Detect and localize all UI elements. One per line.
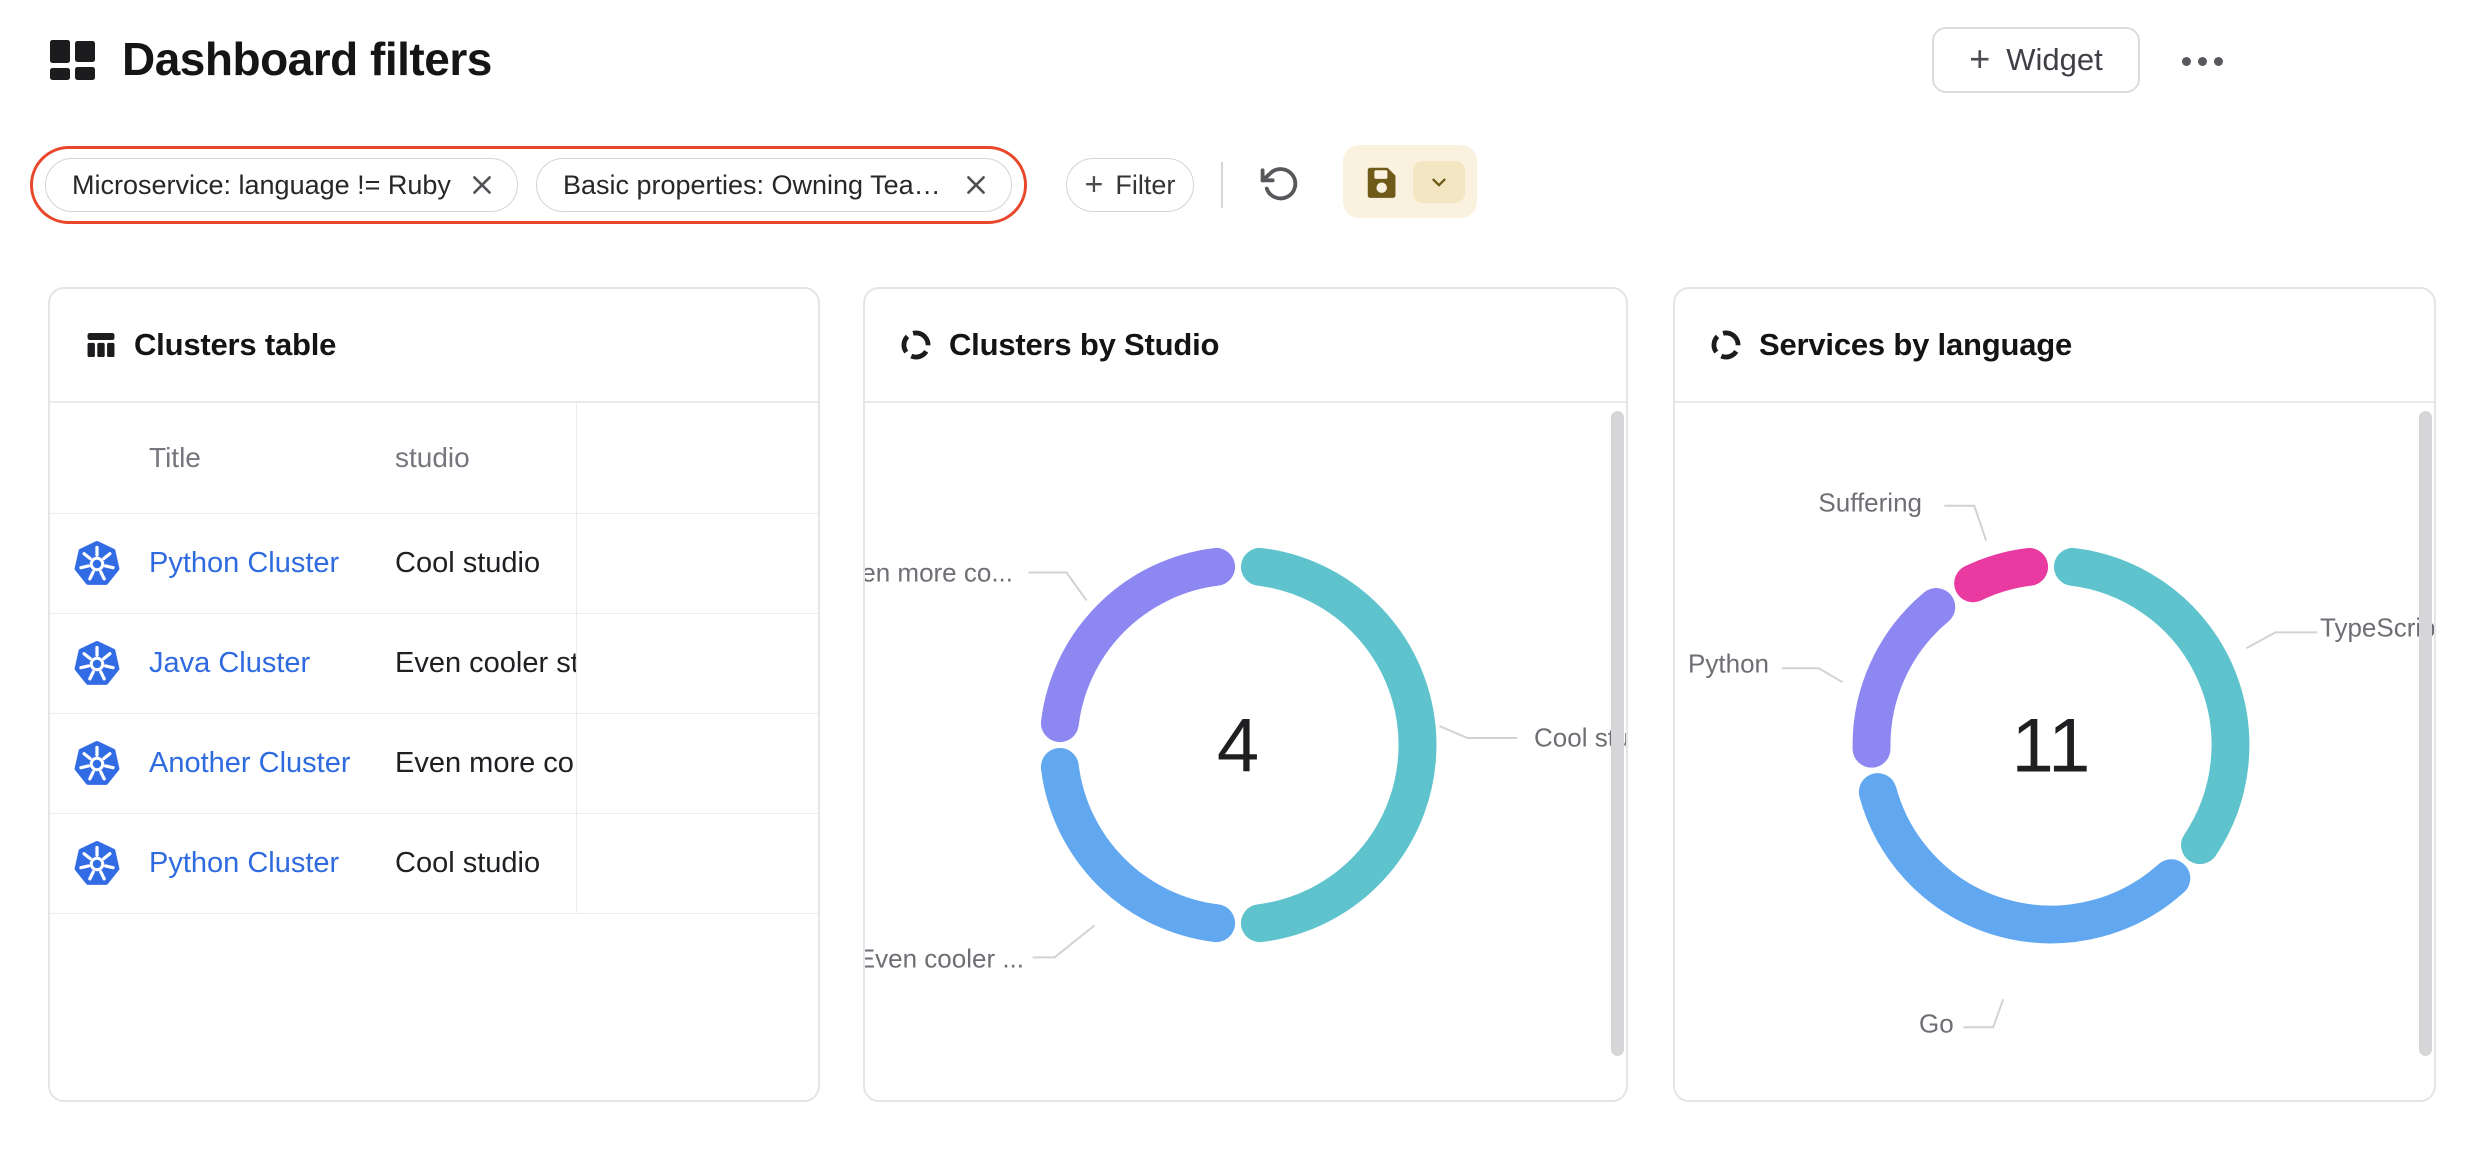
widget-header: Services by language [1675, 289, 2434, 403]
cluster-link[interactable]: Python Cluster [149, 547, 339, 580]
widget-title: Services by language [1759, 327, 2072, 363]
label-leader-line [1029, 573, 1087, 601]
label-leader-line [1944, 506, 1986, 541]
table-row[interactable]: Python Cluster Cool studio [50, 514, 818, 614]
empty-column [576, 403, 818, 513]
donut-center-total: 11 [2012, 703, 2091, 790]
segment-label: Even cooler ... [863, 944, 1024, 975]
segment-label: Python [1688, 649, 1769, 680]
clusters-table-widget: Clusters table Title studio Python Clust… [48, 287, 820, 1102]
chart-body: 11 Suffering Python TypeScript Go [1675, 403, 2434, 1100]
studio-cell: Cool studio [395, 514, 576, 613]
empty-cell [576, 514, 818, 613]
studio-cell: Even cooler st [395, 614, 576, 713]
widget-header: Clusters table [50, 289, 818, 403]
widget-header: Clusters by Studio [865, 289, 1626, 403]
top-bar: Dashboard filters + Widget [48, 24, 2452, 104]
kubernetes-icon [74, 541, 120, 587]
segment-label: Suffering [1818, 488, 1922, 519]
segment-label: Even more co... [863, 558, 1013, 589]
donut-chart-icon [899, 328, 933, 362]
donut-segment-suffering[interactable] [1973, 567, 2029, 583]
donut-chart-icon [1709, 328, 1743, 362]
cluster-link[interactable]: Python Cluster [149, 847, 339, 880]
ellipsis-icon [2214, 57, 2223, 66]
toolbar-divider [1221, 162, 1223, 208]
table-row[interactable]: Another Cluster Even more co [50, 714, 818, 814]
chevron-down-icon [1428, 171, 1450, 193]
save-filters-button-group[interactable] [1343, 145, 1477, 218]
table-body: Title studio Python ClusterCool studioJa… [50, 403, 818, 1100]
filter-chip-label: Microservice: language != Ruby [72, 170, 451, 201]
segment-label: Go [1919, 1009, 1954, 1040]
close-icon[interactable] [469, 172, 495, 198]
row-icon-cell [50, 614, 149, 713]
table-row[interactable]: Java Cluster Even cooler st [50, 614, 818, 714]
services-by-language-widget: Services by language 11 Suffering Python… [1673, 287, 2436, 1102]
ellipsis-icon [2182, 57, 2191, 66]
label-leader-line [2246, 632, 2317, 648]
add-filter-label: Filter [1115, 170, 1175, 201]
row-icon-cell [50, 714, 149, 813]
column-header-title[interactable]: Title [149, 403, 395, 513]
vertical-scrollbar[interactable] [1611, 411, 1624, 1056]
chart-body: 4 Even more co... Even cooler ... Cool s… [865, 403, 1626, 1100]
kubernetes-icon [74, 741, 120, 787]
empty-cell [576, 814, 818, 913]
label-leader-line [1963, 999, 2003, 1027]
ellipsis-icon [2198, 57, 2207, 66]
kubernetes-icon [74, 841, 120, 887]
undo-icon [1258, 162, 1302, 206]
donut-segment-typescript[interactable] [2073, 567, 2231, 845]
add-widget-label: Widget [2006, 42, 2102, 78]
empty-cell [576, 714, 818, 813]
undo-button[interactable] [1254, 158, 1306, 210]
studio-cell: Even more co [395, 714, 576, 813]
plus-icon: + [1969, 41, 1990, 77]
donut-segment-go[interactable] [1878, 792, 2172, 924]
widget-title: Clusters table [134, 327, 336, 363]
studio-cell: Cool studio [395, 814, 576, 913]
page-title: Dashboard filters [122, 32, 492, 86]
donut-segment-cool-studio[interactable] [1260, 567, 1418, 923]
cluster-link[interactable]: Another Cluster [149, 747, 351, 780]
cluster-link[interactable]: Java Cluster [149, 647, 310, 680]
donut-segment-even-more-cool-studio[interactable] [1060, 567, 1216, 723]
clusters-by-studio-widget: Clusters by Studio 4 Even more co... Eve… [863, 287, 1628, 1102]
column-header-studio[interactable]: studio [395, 403, 576, 513]
table-header-row: Title studio [50, 403, 818, 514]
dashboard-icon [50, 40, 96, 80]
plus-icon: + [1085, 168, 1104, 200]
donut-segment-even-cooler-studio[interactable] [1060, 767, 1216, 923]
table-rows: Python Cluster Cool studio Java Cluster Eve… [50, 514, 818, 914]
add-widget-button[interactable]: + Widget [1932, 27, 2140, 93]
save-icon[interactable] [1363, 163, 1401, 201]
vertical-scrollbar[interactable] [2419, 411, 2432, 1056]
kubernetes-icon [74, 641, 120, 687]
empty-cell [576, 614, 818, 713]
label-leader-line [1033, 926, 1095, 958]
filter-chip-label: Basic properties: Owning Teams has any … [563, 170, 945, 201]
row-icon-cell [50, 814, 149, 913]
filter-chip-basic-properties[interactable]: Basic properties: Owning Teams has any … [536, 158, 1012, 212]
dashboard-page: Dashboard filters + Widget Microservice:… [0, 0, 2482, 1150]
add-filter-button[interactable]: + Filter [1066, 158, 1194, 212]
table-row[interactable]: Python Cluster Cool studio [50, 814, 818, 914]
save-options-dropdown[interactable] [1413, 161, 1465, 203]
filter-chip-microservice-language[interactable]: Microservice: language != Ruby [45, 158, 518, 212]
table-icon [84, 328, 118, 362]
close-icon[interactable] [963, 172, 989, 198]
more-menu-button[interactable] [2170, 46, 2234, 76]
label-leader-line [1782, 668, 1843, 682]
donut-center-total: 4 [1217, 703, 1259, 790]
donut-segment-python[interactable] [1872, 607, 1937, 749]
label-leader-line [1439, 726, 1517, 738]
filter-bar: Microservice: language != Ruby Basic pro… [0, 140, 2482, 230]
row-icon-cell [50, 514, 149, 613]
widget-title: Clusters by Studio [949, 327, 1219, 363]
active-filters-highlight-outline: Microservice: language != Ruby Basic pro… [30, 146, 1027, 224]
